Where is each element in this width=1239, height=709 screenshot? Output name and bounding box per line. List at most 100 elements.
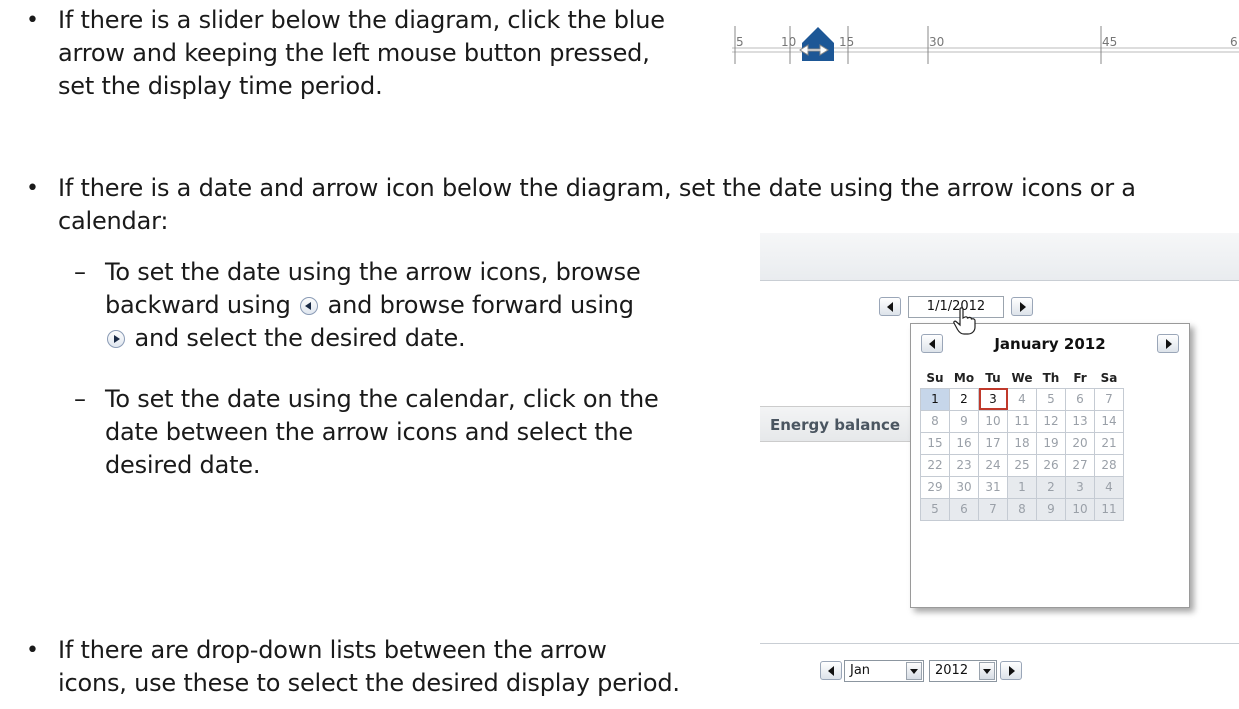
weekday-header: Su	[926, 370, 944, 385]
calendar-day[interactable]: 4	[1007, 387, 1037, 411]
slider-handle-arrow[interactable]	[799, 27, 834, 61]
calendar-week-row: 5 6 7 8 9 10 11	[920, 497, 1124, 521]
text-line: To set the date using the arrow icons, b…	[105, 258, 641, 286]
text-line: To set the date using the calendar, clic…	[105, 385, 659, 413]
date-instruction: If there is a date and arrow icon below …	[58, 172, 1238, 238]
next-period-button[interactable]	[1000, 661, 1022, 680]
calendar-day[interactable]: 28	[1094, 453, 1124, 477]
text-fragment: and select the desired date.	[134, 324, 466, 352]
prev-date-button[interactable]	[879, 297, 901, 316]
calendar-day[interactable]: 13	[1065, 409, 1095, 433]
header-bar	[760, 233, 1239, 281]
calendar-day[interactable]: 27	[1065, 453, 1095, 477]
calendar-day[interactable]: 30	[949, 475, 979, 499]
calendar-day[interactable]: 20	[1065, 431, 1095, 455]
calendar-day[interactable]: 1	[920, 387, 950, 411]
slider-tick-label: 5	[736, 35, 744, 49]
next-month-button[interactable]	[1157, 334, 1179, 353]
calendar-day[interactable]: 5	[920, 497, 950, 521]
text-fragment: backward using	[105, 291, 291, 319]
weekday-header: Th	[1042, 370, 1060, 385]
calendar-day[interactable]: 22	[920, 453, 950, 477]
month-dropdown[interactable]: Jan	[844, 660, 924, 682]
year-dropdown[interactable]: 2012	[929, 660, 997, 682]
calendar-day[interactable]: 9	[949, 409, 979, 433]
calendar-day[interactable]: 26	[1036, 453, 1066, 477]
energy-balance-tab[interactable]: Energy balance	[760, 406, 920, 442]
calendar-day[interactable]: 17	[978, 431, 1008, 455]
month-dropdown-value: Jan	[850, 663, 871, 678]
calendar-day[interactable]: 10	[1065, 497, 1095, 521]
calendar-day[interactable]: 1	[1007, 475, 1037, 499]
calendar-day[interactable]: 9	[1036, 497, 1066, 521]
text-line: If there is a date and arrow icon below …	[58, 174, 1136, 202]
dash-marker: –	[74, 385, 86, 413]
calendar-day[interactable]: 10	[978, 409, 1008, 433]
calendar-day[interactable]: 5	[1036, 387, 1066, 411]
calendar-day[interactable]: 3	[978, 387, 1008, 411]
calendar-day[interactable]: 2	[1036, 475, 1066, 499]
text-line: If there is a slider below the diagram, …	[58, 6, 665, 34]
slider-tick-label: 6	[1230, 35, 1238, 49]
time-slider[interactable]: 5 10 15 30 45 6	[732, 12, 1239, 82]
calendar-day[interactable]: 2	[949, 387, 979, 411]
calendar-grid: Su Mo Tu We Th Fr Sa 1 2 3 4 5 6 7 8 9 10 11 12 13 14 15 16 17…	[920, 368, 1124, 521]
calendar-day[interactable]: 16	[949, 431, 979, 455]
text-line: icons, use these to select the desired d…	[58, 669, 680, 697]
bullet-marker: •	[26, 638, 39, 663]
text-line: If there are drop-down lists between the…	[58, 636, 607, 664]
slider-tick-label: 15	[839, 35, 854, 49]
arrow-icons-instruction: To set the date using the arrow icons, b…	[105, 256, 745, 355]
dropdown-instruction: If there are drop-down lists between the…	[58, 634, 738, 700]
calendar-day[interactable]: 23	[949, 453, 979, 477]
calendar-day[interactable]: 7	[978, 497, 1008, 521]
calendar-day[interactable]: 6	[1065, 387, 1095, 411]
slider-tick-label: 45	[1102, 35, 1117, 49]
text-line: backward using and browse forward using	[105, 289, 745, 322]
calendar-day[interactable]: 3	[1065, 475, 1095, 499]
calendar-week-row: 15 16 17 18 19 20 21	[920, 431, 1124, 455]
text-line: date between the arrow icons and select …	[105, 418, 634, 446]
calendar-instruction: To set the date using the calendar, clic…	[105, 383, 745, 482]
calendar-day[interactable]: 8	[920, 409, 950, 433]
year-dropdown-value: 2012	[935, 663, 969, 678]
calendar-day[interactable]: 6	[949, 497, 979, 521]
bullet-marker: •	[26, 176, 39, 201]
divider	[760, 643, 1239, 644]
weekday-header: Tu	[985, 370, 1001, 385]
calendar-day[interactable]: 31	[978, 475, 1008, 499]
weekday-header: Mo	[953, 370, 975, 385]
bullet-marker: •	[26, 8, 39, 33]
calendar-day[interactable]: 25	[1007, 453, 1037, 477]
chevron-down-icon[interactable]	[906, 662, 922, 680]
dash-marker: –	[74, 258, 86, 286]
weekday-header: Fr	[1073, 370, 1087, 385]
slider-instruction: If there is a slider below the diagram, …	[58, 4, 718, 103]
text-fragment: and browse forward using	[327, 291, 634, 319]
calendar-screenshot: 1/1/2012 Energy balance January 2012 Su M…	[760, 233, 1239, 693]
calendar-day[interactable]: 8	[1007, 497, 1037, 521]
calendar-day[interactable]: 4	[1094, 475, 1124, 499]
prev-period-button[interactable]	[820, 661, 842, 680]
calendar-day[interactable]: 19	[1036, 431, 1066, 455]
text-line: arrow and keeping the left mouse button …	[58, 39, 650, 67]
next-date-button[interactable]	[1011, 297, 1033, 316]
chevron-down-icon[interactable]	[979, 662, 995, 680]
text-line: desired date.	[105, 451, 261, 479]
calendar-day[interactable]: 11	[1094, 497, 1124, 521]
calendar-week-row: 8 9 10 11 12 13 14	[920, 409, 1124, 433]
calendar-day[interactable]: 12	[1036, 409, 1066, 433]
calendar-day[interactable]: 15	[920, 431, 950, 455]
calendar-day[interactable]: 11	[1007, 409, 1037, 433]
calendar-day[interactable]: 7	[1094, 387, 1124, 411]
weekday-header: We	[1011, 370, 1033, 385]
calendar-day[interactable]: 24	[978, 453, 1008, 477]
calendar-day[interactable]: 18	[1007, 431, 1037, 455]
calendar-day[interactable]: 14	[1094, 409, 1124, 433]
calendar-popup: January 2012 Su Mo Tu We Th Fr Sa 1 2 3 4 5 6 7 8 9 10 1…	[910, 323, 1190, 608]
text-line: and select the desired date.	[105, 322, 745, 355]
calendar-day[interactable]: 21	[1094, 431, 1124, 455]
slider-tick-label: 10	[781, 35, 796, 49]
calendar-day[interactable]: 29	[920, 475, 950, 499]
month-title: January 2012	[994, 335, 1106, 353]
